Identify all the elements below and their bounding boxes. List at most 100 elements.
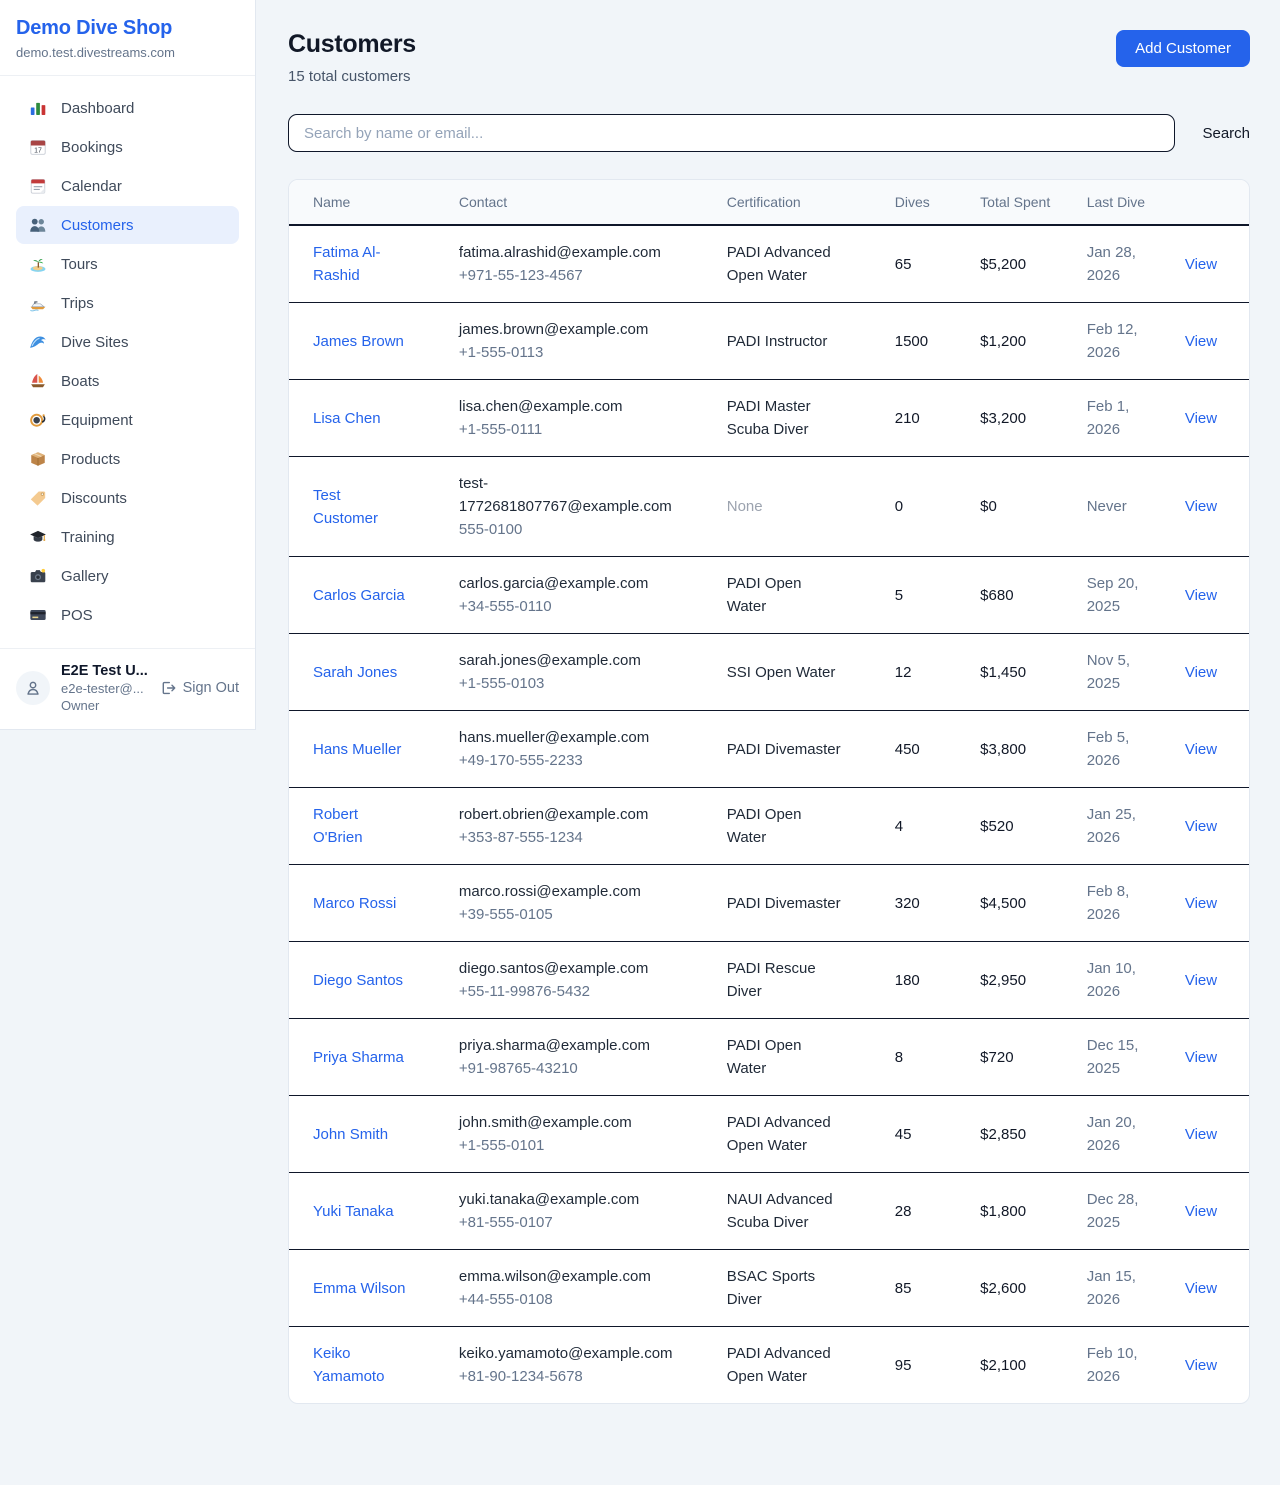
customer-phone: +971-55-123-4567	[459, 264, 697, 287]
app-root: Demo Dive Shop demo.test.divestreams.com…	[0, 0, 1280, 1432]
customer-last-dive: Feb 10, 2026	[1087, 1345, 1138, 1385]
training-icon	[29, 528, 47, 546]
customer-name-link[interactable]: Lisa Chen	[313, 410, 381, 427]
customer-last-dive: Sep 20, 2025	[1087, 575, 1139, 615]
view-link[interactable]: View	[1185, 410, 1217, 427]
customer-last-dive: Feb 1, 2026	[1087, 398, 1130, 438]
sign-out-button[interactable]: Sign Out	[160, 680, 239, 696]
customer-last-dive: Jan 20, 2026	[1087, 1114, 1136, 1154]
sidebar-item-discounts[interactable]: Discounts	[16, 479, 239, 517]
sidebar-item-tours[interactable]: Tours	[16, 245, 239, 283]
customer-phone: +91-98765-43210	[459, 1057, 697, 1080]
bookings-icon	[29, 138, 47, 156]
view-link[interactable]: View	[1185, 1357, 1217, 1374]
customer-phone: 555-0100	[459, 518, 697, 541]
customer-email: diego.santos@example.com	[459, 957, 697, 980]
customer-name-link[interactable]: Sarah Jones	[313, 664, 397, 681]
customer-name-link[interactable]: Carlos Garcia	[313, 587, 405, 604]
customer-last-dive: Dec 15, 2025	[1087, 1037, 1139, 1077]
customer-name-link[interactable]: Hans Mueller	[313, 741, 401, 758]
customer-name-link[interactable]: Test Customer	[313, 487, 378, 527]
customer-email: robert.obrien@example.com	[459, 803, 697, 826]
view-link[interactable]: View	[1185, 818, 1217, 835]
customer-dives: 5	[895, 587, 903, 604]
dashboard-icon	[29, 99, 47, 117]
search-input[interactable]	[288, 114, 1175, 152]
view-link[interactable]: View	[1185, 498, 1217, 515]
customer-email: yuki.tanaka@example.com	[459, 1188, 697, 1211]
customer-name-link[interactable]: Priya Sharma	[313, 1049, 404, 1066]
view-link[interactable]: View	[1185, 741, 1217, 758]
sidebar-item-boats[interactable]: Boats	[16, 362, 239, 400]
shop-name: Demo Dive Shop	[16, 17, 239, 40]
customer-total-spent: $4,500	[980, 895, 1026, 912]
add-customer-button[interactable]: Add Customer	[1116, 30, 1250, 67]
customer-total-spent: $1,200	[980, 333, 1026, 350]
customer-total-spent: $2,600	[980, 1280, 1026, 1297]
customer-name-link[interactable]: Emma Wilson	[313, 1280, 406, 1297]
sidebar-item-dive-sites[interactable]: Dive Sites	[16, 323, 239, 361]
trips-icon	[29, 294, 47, 312]
sidebar-item-pos[interactable]: POS	[16, 596, 239, 634]
sidebar-item-products[interactable]: Products	[16, 440, 239, 478]
view-link[interactable]: View	[1185, 1280, 1217, 1297]
customer-certification: None	[727, 498, 763, 515]
customer-email: hans.mueller@example.com	[459, 726, 697, 749]
customer-total-spent: $2,950	[980, 972, 1026, 989]
table-row: Diego Santos diego.santos@example.com +5…	[289, 942, 1249, 1019]
view-link[interactable]: View	[1185, 1126, 1217, 1143]
customer-name-link[interactable]: John Smith	[313, 1126, 388, 1143]
search-button[interactable]: Search	[1175, 125, 1250, 142]
view-link[interactable]: View	[1185, 1049, 1217, 1066]
table-row: Emma Wilson emma.wilson@example.com +44-…	[289, 1250, 1249, 1327]
view-link[interactable]: View	[1185, 587, 1217, 604]
customer-certification: PADI Open Water	[727, 575, 802, 615]
customer-name-link[interactable]: Robert O'Brien	[313, 806, 363, 846]
person-icon	[24, 679, 42, 697]
sidebar-header: Demo Dive Shop demo.test.divestreams.com	[0, 0, 255, 76]
column-header-last-dive: Last Dive	[1087, 180, 1177, 225]
view-link[interactable]: View	[1185, 333, 1217, 350]
customer-last-dive: Feb 5, 2026	[1087, 729, 1130, 769]
sidebar-item-label: Dive Sites	[61, 334, 129, 351]
column-header-name: Name	[289, 180, 459, 225]
customer-name-link[interactable]: James Brown	[313, 333, 404, 350]
customer-dives: 28	[895, 1203, 912, 1220]
view-link[interactable]: View	[1185, 256, 1217, 273]
sidebar-item-training[interactable]: Training	[16, 518, 239, 556]
customer-certification: NAUI Advanced Scuba Diver	[727, 1191, 833, 1231]
sidebar-item-trips[interactable]: Trips	[16, 284, 239, 322]
view-link[interactable]: View	[1185, 664, 1217, 681]
column-header-actions	[1177, 180, 1249, 225]
user-info: E2E Test U... e2e-tester@... Owner	[61, 663, 148, 713]
sidebar-item-dashboard[interactable]: Dashboard	[16, 89, 239, 127]
customer-name-link[interactable]: Marco Rossi	[313, 895, 396, 912]
column-header-dives: Dives	[895, 180, 980, 225]
customer-name-link[interactable]: Keiko Yamamoto	[313, 1345, 384, 1385]
sidebar-item-label: Gallery	[61, 568, 109, 585]
sidebar-item-calendar[interactable]: Calendar	[16, 167, 239, 205]
sidebar-item-label: Bookings	[61, 139, 123, 156]
customer-last-dive: Jan 28, 2026	[1087, 244, 1136, 284]
boats-icon	[29, 372, 47, 390]
view-link[interactable]: View	[1185, 895, 1217, 912]
view-link[interactable]: View	[1185, 972, 1217, 989]
sidebar-item-customers[interactable]: Customers	[16, 206, 239, 244]
customer-email: carlos.garcia@example.com	[459, 572, 697, 595]
customer-name-link[interactable]: Yuki Tanaka	[313, 1203, 394, 1220]
customer-name-link[interactable]: Diego Santos	[313, 972, 403, 989]
customer-phone: +55-11-99876-5432	[459, 980, 697, 1003]
customer-dives: 210	[895, 410, 920, 427]
customer-phone: +81-555-0107	[459, 1211, 697, 1234]
sidebar-item-label: Boats	[61, 373, 99, 390]
sidebar-item-equipment[interactable]: Equipment	[16, 401, 239, 439]
sidebar-item-gallery[interactable]: Gallery	[16, 557, 239, 595]
sidebar-item-label: Calendar	[61, 178, 122, 195]
customer-email: marco.rossi@example.com	[459, 880, 697, 903]
page-header: Customers 15 total customers Add Custome…	[288, 30, 1250, 85]
customer-name-link[interactable]: Fatima Al-Rashid	[313, 244, 381, 284]
customer-certification: PADI Open Water	[727, 1037, 802, 1077]
customer-last-dive: Jan 15, 2026	[1087, 1268, 1136, 1308]
sidebar-item-bookings[interactable]: Bookings	[16, 128, 239, 166]
view-link[interactable]: View	[1185, 1203, 1217, 1220]
